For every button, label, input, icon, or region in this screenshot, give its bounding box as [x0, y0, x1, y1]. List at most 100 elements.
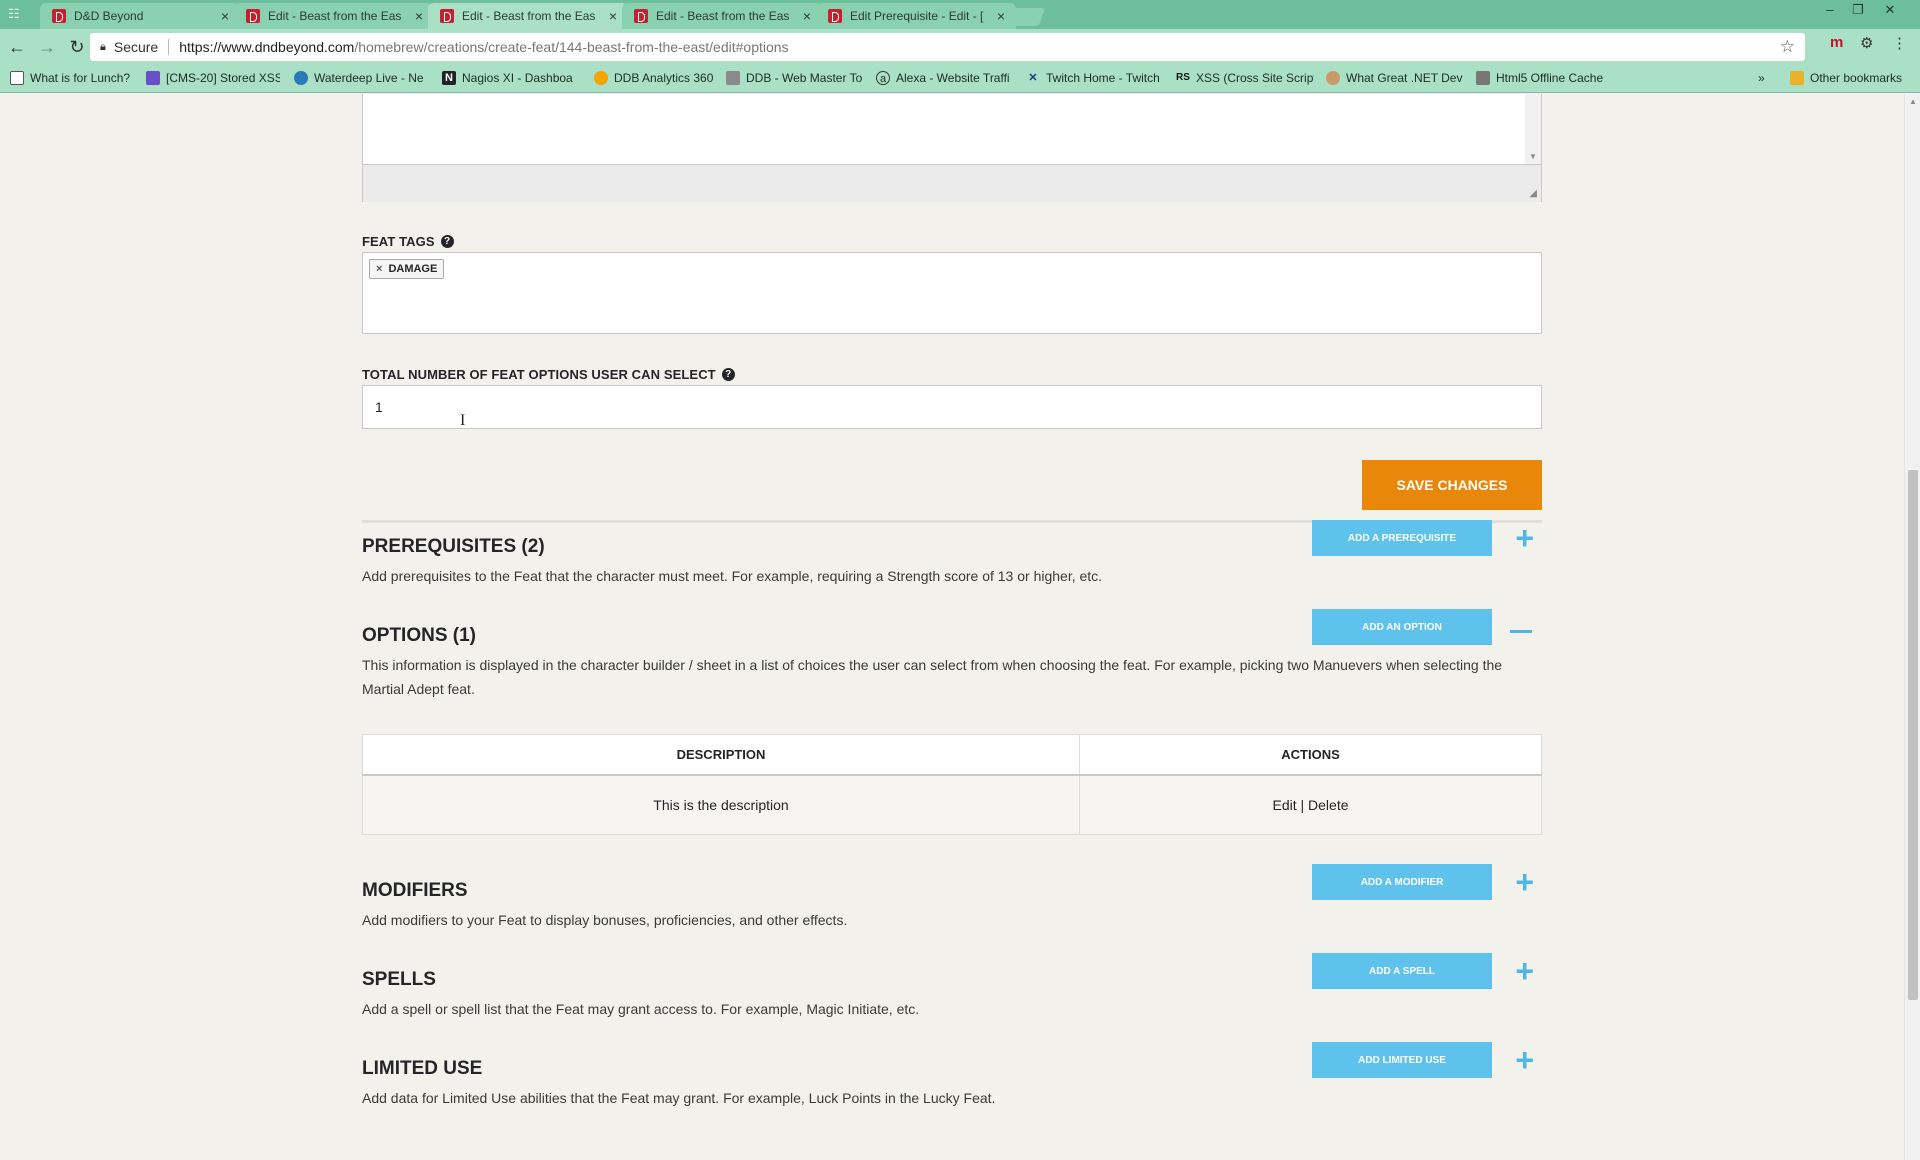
- tab-label: D&D Beyond: [74, 9, 144, 23]
- scroll-up-icon[interactable]: ▲: [1909, 97, 1917, 106]
- tab-4[interactable]: Edit Prerequisite - Edit - [ ×: [816, 3, 1016, 29]
- description-editor[interactable]: ▼ ◢: [362, 94, 1542, 202]
- alexa-icon: a: [876, 71, 890, 85]
- bookmark-3[interactable]: N Nagios XI - Dashboa: [442, 71, 582, 85]
- dndbeyond-favicon-icon: [828, 9, 842, 23]
- scrollbar-thumb[interactable]: [1908, 470, 1918, 1000]
- tab-label: Edit - Beast from the Eas: [462, 9, 596, 23]
- bookmark-7[interactable]: ✕ Twitch Home - Twitch: [1026, 71, 1166, 85]
- url-host: https://www.dndbeyond.com: [179, 39, 355, 55]
- app-menu-icon[interactable]: ☷: [8, 7, 24, 21]
- window-close-icon[interactable]: ✕: [1878, 2, 1902, 18]
- prerequisites-section: Prerequisites (2) Add a Prerequisite + A…: [362, 520, 1542, 588]
- tab-strip: ☷ D&D Beyond × Edit - Beast from the Eas…: [0, 0, 1920, 29]
- page-content: ▼ ◢ Feat Tags ? × DAMAGE Total Number of…: [0, 94, 1904, 1160]
- tab-close-icon[interactable]: ×: [412, 8, 426, 24]
- tab-close-icon[interactable]: ×: [800, 8, 814, 24]
- options-table: Description Actions This is the descript…: [362, 734, 1542, 835]
- options-count-label: Total Number of Feat Options User Can Se…: [362, 367, 735, 382]
- expand-plus-icon[interactable]: +: [1515, 866, 1534, 898]
- section-description: Add a spell or spell list that the Feat …: [362, 1001, 920, 1017]
- modifiers-section: Modifiers Add a Modifier + Add modifiers…: [362, 864, 1542, 932]
- bookmark-label: Twitch Home - Twitch: [1046, 71, 1160, 85]
- restore-icon[interactable]: ❐: [1846, 2, 1870, 18]
- bookmark-star-icon[interactable]: ☆: [1780, 37, 1795, 57]
- edit-option-link[interactable]: Edit: [1272, 797, 1296, 813]
- bookmark-5[interactable]: DDB - Web Master To: [726, 71, 864, 85]
- scroll-down-icon[interactable]: ▼: [1529, 152, 1537, 161]
- expand-plus-icon[interactable]: +: [1515, 522, 1534, 554]
- bookmarks-overflow-icon[interactable]: »: [1758, 71, 1772, 85]
- feat-tags-input[interactable]: × DAMAGE: [362, 252, 1542, 334]
- limited-use-section: Limited Use Add Limited Use + Add data f…: [362, 1042, 1542, 1110]
- twitch-icon: ✕: [1028, 72, 1038, 84]
- add-spell-button[interactable]: Add a Spell: [1312, 953, 1492, 989]
- extension-gear-icon[interactable]: ⚙: [1860, 34, 1873, 52]
- tab-label: Edit Prerequisite - Edit - [: [850, 9, 984, 23]
- bookmark-6[interactable]: a Alexa - Website Traffi: [876, 71, 1014, 85]
- bookmark-0[interactable]: What is for Lunch?: [10, 71, 140, 85]
- overflow-glyph: »: [1758, 71, 1765, 85]
- menu-kebab-icon[interactable]: ⋮: [1892, 34, 1907, 52]
- add-modifier-button[interactable]: Add a Modifier: [1312, 864, 1492, 900]
- add-option-button[interactable]: Add an Option: [1312, 609, 1492, 645]
- tab-close-icon[interactable]: ×: [606, 8, 620, 24]
- tag-chip: × DAMAGE: [369, 259, 445, 279]
- expand-plus-icon[interactable]: +: [1515, 1044, 1534, 1076]
- bookmark-11[interactable]: Other bookmarks: [1790, 71, 1914, 85]
- dndbeyond-favicon-icon: [634, 9, 648, 23]
- help-icon[interactable]: ?: [440, 235, 454, 248]
- dndbeyond-favicon-icon: [246, 9, 260, 23]
- jira-icon: [146, 71, 160, 85]
- address-bar[interactable]: 🔒︎ Secure https://www.dndbeyond.com/home…: [90, 33, 1805, 61]
- help-icon[interactable]: ?: [721, 368, 735, 381]
- webmaster-icon: [726, 71, 740, 85]
- bookmark-label: What Great .NET Dev: [1346, 71, 1463, 85]
- back-arrow-icon[interactable]: ←: [4, 34, 30, 60]
- page-scrollbar[interactable]: ▲: [1904, 94, 1920, 1160]
- html5-icon: [1476, 71, 1490, 85]
- bookmark-label: [CMS-20] Stored XSS: [166, 71, 280, 85]
- add-prerequisite-button[interactable]: Add a Prerequisite: [1312, 520, 1492, 556]
- options-count-input[interactable]: [362, 385, 1542, 429]
- remove-tag-icon[interactable]: ×: [376, 263, 382, 275]
- tab-2-active[interactable]: Edit - Beast from the Eas ×: [428, 3, 628, 29]
- bookmark-9[interactable]: What Great .NET Dev: [1326, 71, 1464, 85]
- bookmark-label: Other bookmarks: [1810, 71, 1903, 85]
- delete-option-link[interactable]: Delete: [1308, 797, 1348, 813]
- tab-1[interactable]: Edit - Beast from the Eas ×: [234, 3, 434, 29]
- extension-m-icon[interactable]: m: [1830, 34, 1843, 51]
- tab-close-icon[interactable]: ×: [994, 8, 1008, 24]
- minimize-icon[interactable]: –: [1818, 2, 1842, 17]
- tab-label: Edit - Beast from the Eas: [656, 9, 790, 23]
- bookmark-8[interactable]: RS XSS (Cross Site Script: [1176, 71, 1314, 85]
- bookmark-10[interactable]: Html5 Offline Cache: [1476, 71, 1612, 85]
- bookmark-2[interactable]: Waterdeep Live - Ne: [294, 71, 430, 85]
- forward-arrow-icon[interactable]: →: [34, 34, 60, 60]
- dndbeyond-favicon-icon: [52, 9, 66, 23]
- new-tab-button[interactable]: [1006, 8, 1046, 26]
- bookmark-1[interactable]: [CMS-20] Stored XSS: [146, 71, 280, 85]
- editor-scrollbar[interactable]: ▼: [1525, 94, 1541, 164]
- option-actions-cell: Edit | Delete: [1079, 774, 1542, 835]
- table-header-row: Description Actions: [362, 734, 1542, 776]
- expand-plus-icon[interactable]: +: [1515, 955, 1534, 987]
- resize-grip-icon[interactable]: ◢: [1529, 188, 1537, 199]
- tag-label: DAMAGE: [388, 263, 438, 275]
- avatar-icon: [1326, 71, 1340, 85]
- tab-3[interactable]: Edit - Beast from the Eas ×: [622, 3, 822, 29]
- tab-0[interactable]: D&D Beyond ×: [40, 3, 240, 29]
- spells-section: Spells Add a Spell + Add a spell or spel…: [362, 953, 1542, 1021]
- reload-icon[interactable]: ↻: [64, 34, 90, 60]
- table-row: This is the description Edit | Delete: [362, 774, 1542, 835]
- bookmark-label: DDB Analytics 360: [614, 71, 714, 85]
- bookmark-4[interactable]: DDB Analytics 360: [594, 71, 718, 85]
- save-changes-button[interactable]: Save Changes: [1362, 460, 1542, 510]
- browser-toolbar: ← → ↻ 🔒︎ Secure https://www.dndbeyond.co…: [0, 29, 1920, 65]
- collapse-minus-icon[interactable]: [1510, 630, 1532, 633]
- tab-close-icon[interactable]: ×: [218, 8, 232, 24]
- add-limited-use-button[interactable]: Add Limited Use: [1312, 1042, 1492, 1078]
- option-description-cell: This is the description: [362, 774, 1080, 835]
- bookmark-label: Nagios XI - Dashboa: [462, 71, 573, 85]
- editor-footer: ◢: [363, 164, 1541, 202]
